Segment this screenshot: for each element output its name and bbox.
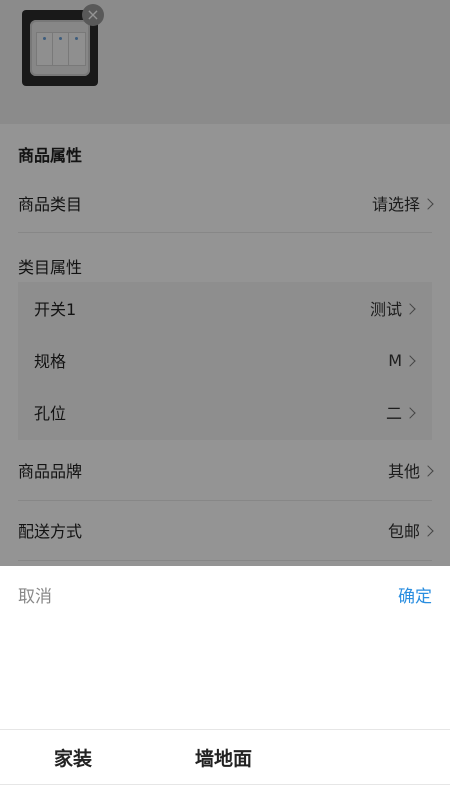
modal-overlay[interactable] xyxy=(0,0,450,566)
picker-tab-home-decoration[interactable]: 家装 xyxy=(54,744,92,771)
confirm-button[interactable]: 确定 xyxy=(398,582,432,607)
picker-tab-wall-floor[interactable]: 墙地面 xyxy=(195,744,252,771)
divider xyxy=(0,729,450,730)
picker-header: 取消 确定 xyxy=(0,566,450,622)
cancel-button[interactable]: 取消 xyxy=(18,582,52,607)
divider xyxy=(0,784,450,785)
category-picker-sheet: 取消 确定 家装 墙地面 xyxy=(0,566,450,800)
